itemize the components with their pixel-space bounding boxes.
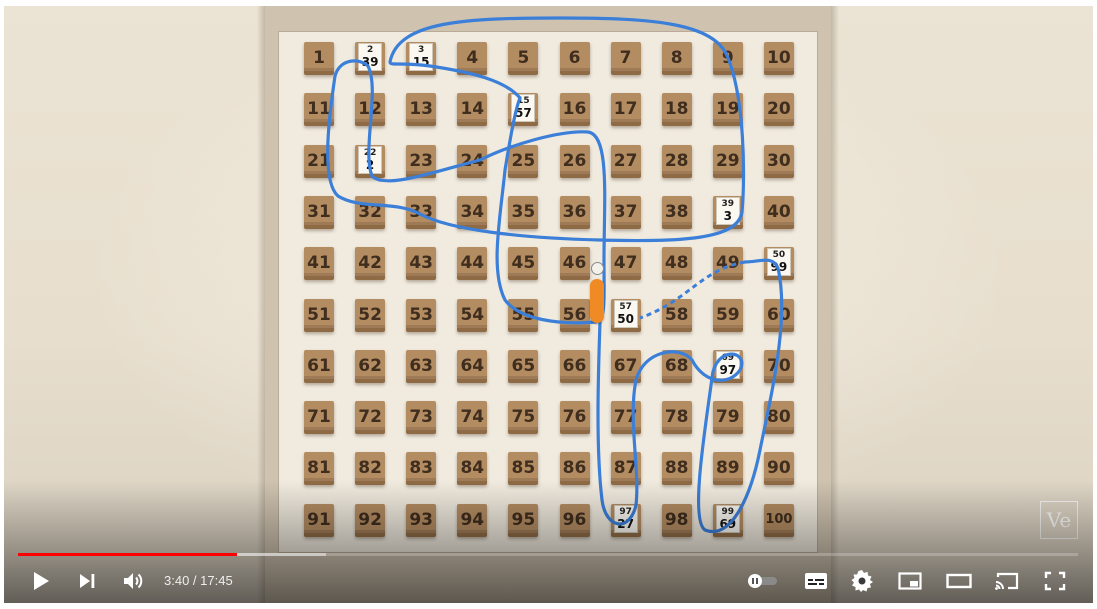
subtitles-icon: [805, 573, 827, 589]
theater-mode-icon: [946, 573, 972, 589]
progress-played: [18, 553, 238, 556]
subtitles-button[interactable]: [800, 565, 832, 597]
gear-icon: [851, 570, 873, 592]
loop-path-dashed: [639, 260, 746, 320]
prisoner-figure: [590, 279, 604, 323]
duration: 17:45: [200, 573, 233, 588]
autoplay-toggle[interactable]: [744, 565, 780, 597]
fullscreen-icon: [1044, 571, 1066, 591]
theater-mode-button[interactable]: [942, 565, 976, 597]
current-time: 3:40: [164, 573, 190, 588]
miniplayer-icon: [898, 572, 922, 590]
play-button[interactable]: [24, 565, 58, 597]
play-icon: [34, 572, 49, 590]
time-display: 3:40 / 17:45: [164, 573, 233, 589]
fullscreen-button[interactable]: [1038, 565, 1072, 597]
cast-button[interactable]: [990, 565, 1024, 597]
miniplayer-button[interactable]: [894, 565, 926, 597]
autoplay-toggle-icon: [748, 574, 777, 588]
mute-button[interactable]: [118, 565, 150, 597]
time-separator: /: [189, 573, 201, 588]
next-button[interactable]: [72, 565, 102, 597]
next-icon: [80, 574, 95, 588]
loop-path: [326, 16, 746, 325]
settings-button[interactable]: [846, 565, 878, 597]
prisoner-head: [591, 262, 604, 275]
cast-icon: [995, 572, 1019, 590]
volume-icon: [124, 573, 143, 589]
